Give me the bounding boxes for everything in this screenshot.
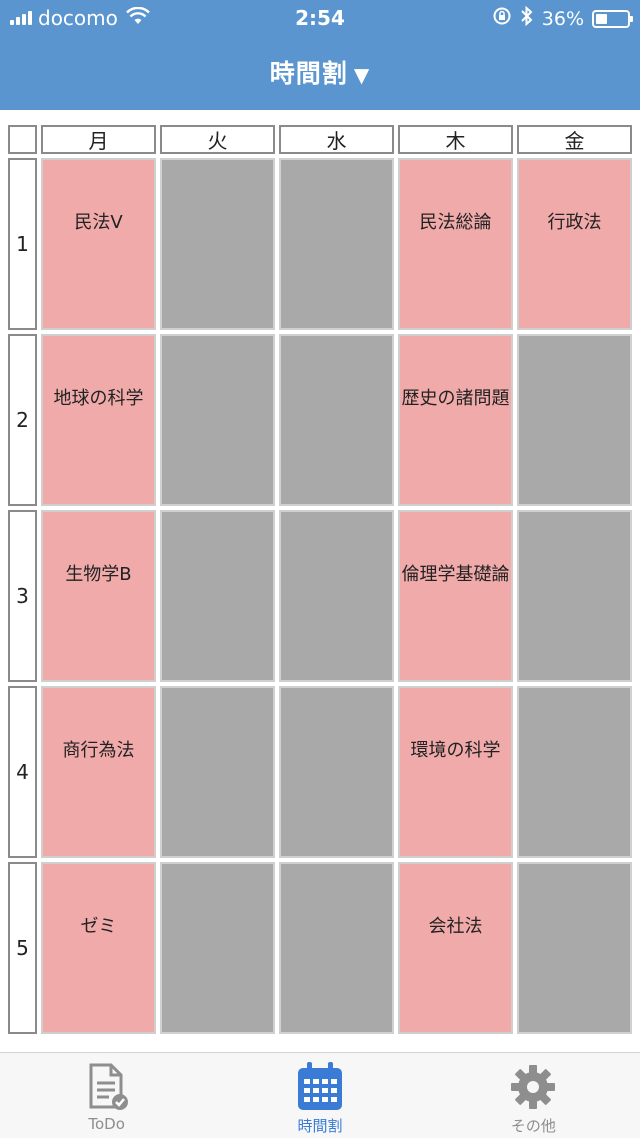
corner-cell: [8, 125, 37, 154]
empty-class-cell[interactable]: [517, 510, 632, 682]
period-number: 2: [8, 334, 37, 506]
tab-label: その他: [510, 1117, 556, 1135]
period-number: 4: [8, 686, 37, 858]
class-cell[interactable]: 倫理学基礎論: [398, 510, 513, 682]
class-cell[interactable]: 生物学B: [41, 510, 156, 682]
day-header-1: 火: [160, 125, 275, 154]
tab-label: 時間割: [297, 1117, 343, 1135]
class-cell[interactable]: 商行為法: [41, 686, 156, 858]
class-cell[interactable]: 民法総論: [398, 158, 513, 330]
day-header-2: 水: [279, 125, 394, 154]
battery-percent: 36%: [541, 7, 584, 30]
todo-document-icon: [82, 1061, 132, 1113]
class-cell[interactable]: 民法V: [41, 158, 156, 330]
class-cell[interactable]: 環境の科学: [398, 686, 513, 858]
nav-title-button[interactable]: 時間割 ▼: [0, 54, 640, 90]
period-number: 1: [8, 158, 37, 330]
tab-bar: ToDo 時間割 その他: [0, 1052, 640, 1138]
status-bar: docomo 2:54 36%: [0, 0, 640, 36]
class-cell[interactable]: 会社法: [398, 862, 513, 1034]
period-number: 5: [8, 862, 37, 1034]
class-cell[interactable]: 歴史の諸問題: [398, 334, 513, 506]
battery-fill: [596, 13, 607, 24]
empty-class-cell[interactable]: [279, 158, 394, 330]
empty-class-cell[interactable]: [160, 158, 275, 330]
empty-class-cell[interactable]: [160, 862, 275, 1034]
empty-class-cell[interactable]: [160, 334, 275, 506]
day-header-0: 月: [41, 125, 156, 154]
day-header-4: 金: [517, 125, 632, 154]
tab-gear[interactable]: その他: [427, 1053, 640, 1138]
gear-icon: [508, 1061, 558, 1113]
empty-class-cell[interactable]: [279, 686, 394, 858]
empty-class-cell[interactable]: [279, 862, 394, 1034]
timetable-grid: 月火水木金 1 民法V 民法総論 行政法 2 地球の科学 歴史の諸問題 3 生物学B 倫理学基礎論 4…: [8, 125, 632, 1035]
empty-class-cell[interactable]: [517, 334, 632, 506]
tab-todo-document[interactable]: ToDo: [0, 1053, 213, 1138]
class-cell[interactable]: 行政法: [517, 158, 632, 330]
page-title: 時間割: [269, 59, 348, 88]
empty-class-cell[interactable]: [279, 510, 394, 682]
period-number: 3: [8, 510, 37, 682]
empty-class-cell[interactable]: [160, 686, 275, 858]
class-cell[interactable]: ゼミ: [41, 862, 156, 1034]
tab-calendar[interactable]: 時間割: [213, 1053, 426, 1138]
app-header: docomo 2:54 36% 時間割 ▼: [0, 0, 640, 110]
empty-class-cell[interactable]: [160, 510, 275, 682]
empty-class-cell[interactable]: [517, 862, 632, 1034]
empty-class-cell[interactable]: [517, 686, 632, 858]
dropdown-caret-icon: ▼: [353, 63, 371, 87]
tab-label: ToDo: [88, 1115, 125, 1133]
day-header-3: 木: [398, 125, 513, 154]
battery-icon: [592, 9, 633, 28]
calendar-icon: [295, 1061, 345, 1113]
status-right: 36%: [492, 5, 633, 31]
class-cell[interactable]: 地球の科学: [41, 334, 156, 506]
empty-class-cell[interactable]: [279, 334, 394, 506]
bluetooth-icon: [520, 5, 534, 31]
orientation-lock-icon: [492, 6, 512, 31]
